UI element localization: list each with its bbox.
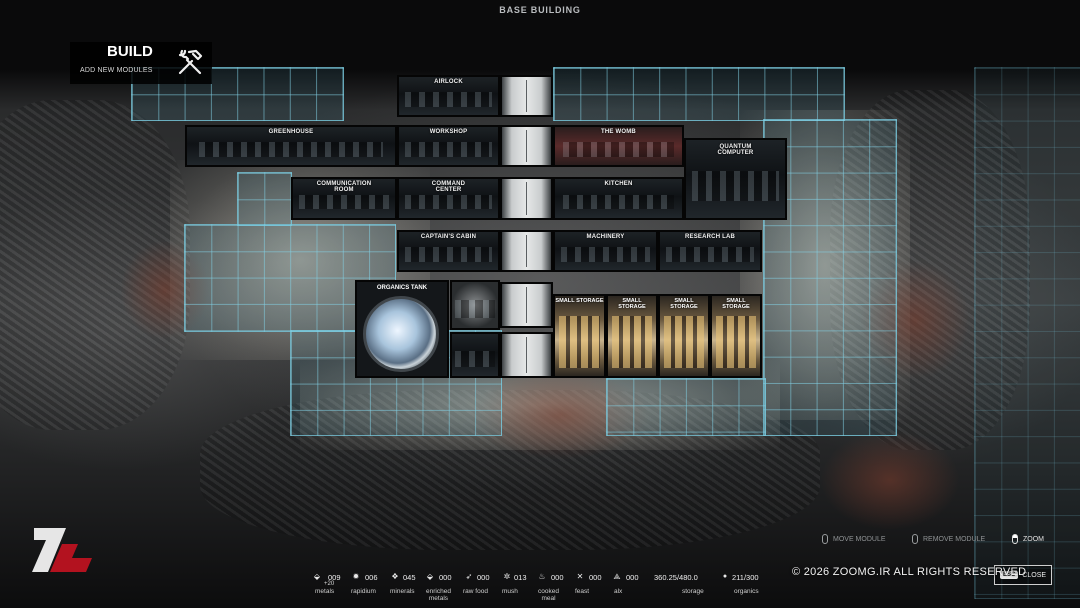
empty-module-cell[interactable]: [450, 332, 500, 378]
resource-label: minerals: [390, 588, 415, 595]
drop-icon: ●: [722, 573, 728, 580]
cutlery-icon: ✕: [576, 572, 584, 581]
resource-value: 211/300: [732, 573, 759, 582]
module-label: ORGANICS TANK: [376, 285, 428, 291]
mouse-icon: [912, 534, 918, 544]
build-grid-bottom-right[interactable]: [606, 378, 766, 436]
resource-value: 000: [626, 573, 639, 582]
pot-icon: ♨: [538, 572, 546, 581]
module-command-center[interactable]: COMMAND CENTER: [397, 177, 500, 220]
mouse-icon: [822, 534, 828, 544]
mouse-scroll-icon: [1012, 534, 1018, 544]
top-bar: BASE BUILDING: [0, 0, 1080, 26]
resource-value: 360.25/480.0: [654, 573, 698, 582]
resource-value: 013: [514, 573, 527, 582]
module-captains-cabin[interactable]: CAPTAIN'S CABIN: [397, 230, 500, 272]
module-greenhouse[interactable]: GREENHOUSE: [185, 125, 397, 167]
alx-icon: ⟁: [613, 572, 621, 581]
module-label: QUANTUM COMPUTER: [717, 144, 754, 156]
resource-value: 006: [365, 573, 378, 582]
elevator-shaft[interactable]: [500, 332, 553, 378]
module-label: SMALL STORAGE: [722, 298, 750, 310]
hint-remove-module: REMOVE MODULE: [912, 534, 985, 544]
resource-label: alx: [614, 588, 623, 595]
build-grid-top-right[interactable]: [553, 67, 845, 121]
elevator-shaft[interactable]: [500, 177, 553, 220]
elevator-shaft[interactable]: [500, 282, 553, 328]
resource-value: 045: [403, 573, 416, 582]
resource-label: rapidium: [351, 588, 376, 595]
module-label: SMALL STORAGE: [670, 298, 698, 310]
resource-value: 000: [439, 573, 452, 582]
module-label: SMALL STORAGE: [555, 298, 604, 304]
build-subtitle: ADD NEW MODULES: [80, 67, 153, 74]
mush-icon: ✲: [503, 572, 511, 581]
module-label: KITCHEN: [604, 181, 633, 187]
module-small-storage-1[interactable]: SMALL STORAGE: [553, 294, 606, 378]
module-label: SMALL STORAGE: [618, 298, 646, 310]
tank-porthole: [363, 296, 439, 372]
zoomg-logo: [32, 528, 92, 572]
module-label: MACHINERY: [586, 234, 625, 240]
resource-label: storage: [682, 588, 704, 595]
resource-delta: +20: [324, 581, 335, 587]
empty-module-cell[interactable]: [450, 280, 500, 330]
hint-label: ZOOM: [1023, 535, 1044, 543]
module-small-storage-4[interactable]: SMALL STORAGE: [710, 294, 762, 378]
build-title: BUILD: [107, 43, 153, 60]
resource-bar: ⬙ 009 +20 metals ✹ 006 rapidium ❖ 045 mi…: [310, 570, 780, 608]
module-workshop[interactable]: WORKSHOP: [397, 125, 500, 167]
module-small-storage-3[interactable]: SMALL STORAGE: [658, 294, 710, 378]
hint-move-module: MOVE MODULE: [822, 534, 886, 544]
module-the-womb[interactable]: THE WOMB: [553, 125, 684, 167]
module-kitchen[interactable]: KITCHEN: [553, 177, 684, 220]
module-quantum-computer[interactable]: QUANTUM COMPUTER: [684, 138, 787, 220]
elevator-shaft[interactable]: [500, 230, 553, 272]
dirt-patch-4: [820, 430, 960, 530]
module-communication-room[interactable]: COMMUNICATION ROOM: [291, 177, 397, 220]
minerals-icon: ❖: [391, 572, 399, 581]
resource-label: raw food: [463, 588, 488, 595]
module-research-lab[interactable]: RESEARCH LAB: [658, 230, 762, 272]
module-organics-tank[interactable]: ORGANICS TANK: [355, 280, 449, 378]
elevator-shaft[interactable]: [500, 125, 553, 167]
resource-label: mush: [502, 588, 518, 595]
build-grid-far-right[interactable]: [974, 67, 1080, 599]
module-airlock[interactable]: AIRLOCK: [397, 75, 500, 117]
metals-icon: ⬙: [313, 572, 321, 581]
resource-label: cooked meal: [538, 588, 559, 602]
build-panel[interactable]: BUILD ADD NEW MODULES: [70, 42, 212, 84]
hint-zoom: ZOOM: [1012, 534, 1044, 544]
resource-label: organics: [734, 588, 759, 595]
hammer-wrench-icon[interactable]: [174, 46, 206, 78]
module-machinery[interactable]: MACHINERY: [553, 230, 658, 272]
resource-label: feast: [575, 588, 590, 595]
carrot-icon: ➶: [465, 572, 473, 581]
screen-title: BASE BUILDING: [499, 5, 581, 15]
elevator-shaft[interactable]: [500, 75, 553, 117]
resource-value: 000: [589, 573, 602, 582]
module-label: WORKSHOP: [429, 129, 468, 135]
base-view[interactable]: AIRLOCK GREENHOUSE WORKSHOP THE WOMB QUA…: [0, 0, 1080, 608]
module-label: COMMUNICATION ROOM: [316, 181, 372, 193]
hint-label: REMOVE MODULE: [923, 535, 986, 543]
module-label: RESEARCH LAB: [684, 234, 736, 240]
resource-value: 000: [551, 573, 564, 582]
gear-icon: ✹: [352, 572, 360, 581]
resource-label: enriched metals: [426, 588, 451, 602]
build-grid-left-small[interactable]: [237, 172, 292, 226]
module-label: GREENHOUSE: [268, 129, 314, 135]
module-label: CAPTAIN'S CABIN: [420, 234, 477, 240]
module-label: THE WOMB: [601, 129, 636, 135]
resource-value: 000: [477, 573, 490, 582]
hint-label: MOVE MODULE: [833, 535, 886, 543]
module-small-storage-2[interactable]: SMALL STORAGE: [606, 294, 658, 378]
module-label: COMMAND CENTER: [431, 181, 466, 193]
copyright-watermark: © 2026 ZOOMG.IR ALL RIGHTS RESERVED: [792, 566, 1027, 578]
resource-label: metals: [315, 588, 335, 595]
enriched-metals-icon: ⬙: [426, 572, 434, 581]
module-label: AIRLOCK: [434, 79, 463, 85]
